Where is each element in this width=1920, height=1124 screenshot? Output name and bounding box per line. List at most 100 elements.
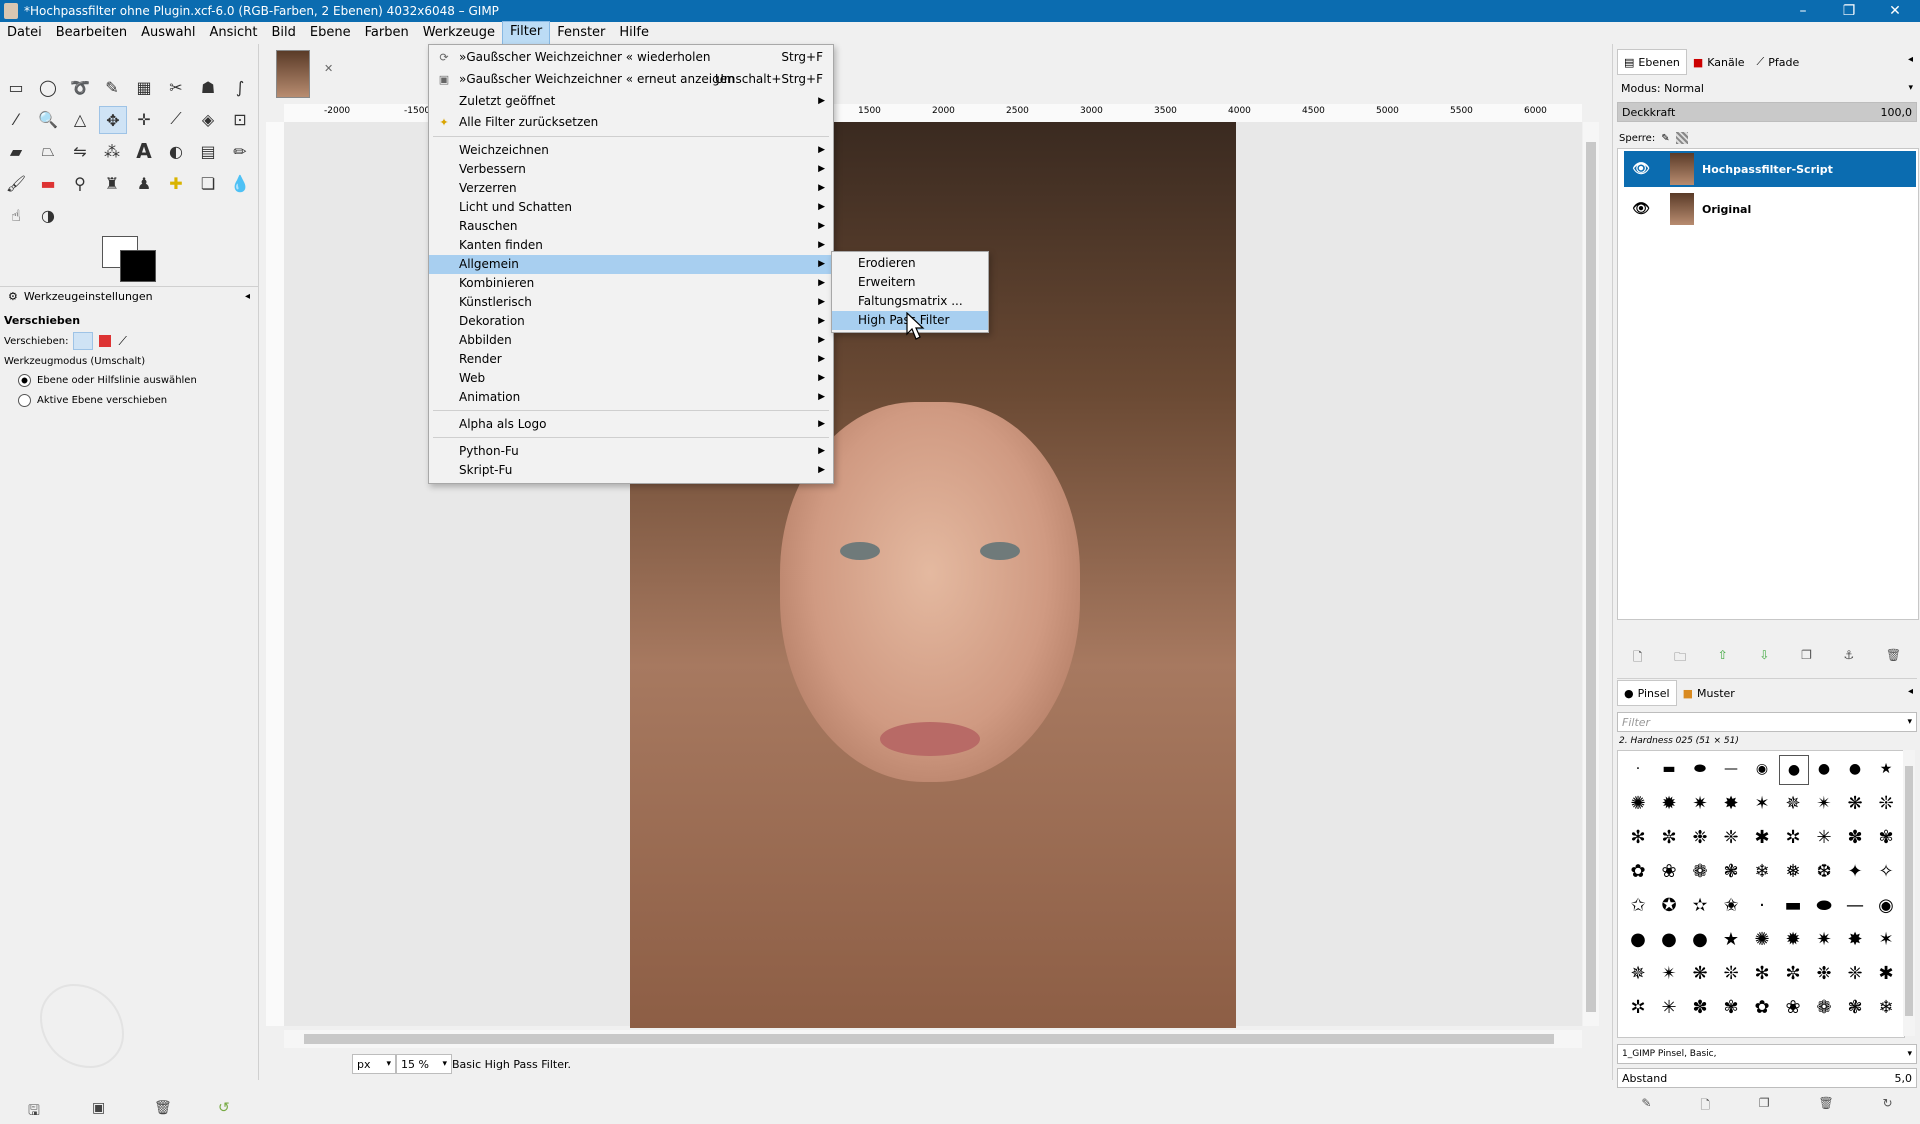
tab-muster[interactable]: ■ Muster	[1677, 681, 1741, 705]
brush-swatch-icon[interactable]: ❊	[1872, 789, 1900, 817]
brush-swatch-icon[interactable]: ✶	[1872, 925, 1900, 953]
brush-swatch-icon[interactable]: ✩	[1624, 891, 1652, 919]
menu-item-render[interactable]: Render ▶	[429, 350, 833, 369]
edit-brush-icon[interactable]: ✎	[1641, 1096, 1651, 1116]
paintbrush-tool-icon[interactable]: 🖌	[3, 170, 29, 196]
spacing-slider[interactable]: Abstand 5,0	[1617, 1068, 1917, 1088]
menu-bild[interactable]: Bild	[265, 22, 303, 44]
brush-swatch-icon[interactable]: ◉	[1872, 891, 1900, 919]
menu-farben[interactable]: Farben	[358, 22, 416, 44]
visibility-eye-icon[interactable]: 👁	[1630, 161, 1652, 177]
anchor-layer-icon[interactable]: ⚓	[1844, 648, 1855, 668]
restore-preset-icon[interactable]: ▣	[92, 1100, 105, 1116]
brush-swatch-icon[interactable]: ✺	[1748, 925, 1776, 953]
fuzzy-select-tool-icon[interactable]: ✎	[99, 74, 125, 100]
brush-swatch-icon[interactable]: ⬬	[1810, 891, 1838, 919]
menu-item-verbessern[interactable]: Verbessern ▶	[429, 160, 833, 179]
gradient-tool-icon[interactable]: ▤	[195, 138, 221, 164]
ink-tool-icon[interactable]: ♜	[99, 170, 125, 196]
brush-swatch-icon[interactable]: ★	[1872, 755, 1900, 783]
lock-alpha-icon[interactable]	[1675, 132, 1688, 144]
move-path-icon[interactable]: ⟋	[119, 334, 127, 349]
tab-ebenen[interactable]: ▤ Ebenen	[1617, 49, 1687, 75]
brush-swatch-icon[interactable]: ❉	[1810, 959, 1838, 987]
tab-pfade[interactable]: ⟋ Pfade	[1751, 50, 1806, 74]
brush-swatch-icon[interactable]: ✼	[1779, 959, 1807, 987]
heal-tool-icon[interactable]: ✚	[163, 170, 189, 196]
maximize-button[interactable]: ❐	[1826, 0, 1872, 22]
brush-swatch-icon[interactable]: ❋	[1686, 959, 1714, 987]
brush-swatch-icon[interactable]: ✸	[1841, 925, 1869, 953]
menu-item-reset-all[interactable]: ✦ Alle Filter zurücksetzen	[429, 113, 833, 132]
tool-options-tab[interactable]: ⚙ Werkzeugeinstellungen ◂	[0, 286, 258, 305]
raise-layer-icon[interactable]: ⇧	[1718, 648, 1728, 668]
move-layer-icon[interactable]	[72, 332, 93, 350]
brush-swatch-icon[interactable]: ❋	[1841, 789, 1869, 817]
duplicate-brush-icon[interactable]: ❐	[1759, 1096, 1770, 1116]
paths-tool-icon[interactable]: ∫	[227, 74, 253, 100]
perspective-clone-icon[interactable]: ❏	[195, 170, 221, 196]
new-brush-icon[interactable]: 🗋	[1700, 1096, 1710, 1116]
layer-original[interactable]: 👁 Original	[1624, 191, 1916, 227]
vertical-scrollbar[interactable]	[1583, 122, 1599, 1026]
brush-swatch-icon[interactable]: ✾	[1872, 823, 1900, 851]
menu-item-kanten[interactable]: Kanten finden ▶	[429, 236, 833, 255]
menu-hilfe[interactable]: Hilfe	[612, 22, 656, 44]
image-tab-thumbnail[interactable]	[276, 50, 310, 98]
radio-checked-icon[interactable]	[18, 374, 31, 387]
lasso-tool-icon[interactable]: ➰	[67, 74, 93, 100]
dock-menu-icon[interactable]: ◂	[1908, 54, 1913, 65]
brush-swatch-icon[interactable]: ●	[1624, 925, 1652, 953]
delete-preset-icon[interactable]: 🗑	[154, 1100, 172, 1116]
menu-item-web[interactable]: Web ▶	[429, 369, 833, 388]
reset-preset-icon[interactable]: ↺	[218, 1100, 230, 1116]
lower-layer-icon[interactable]: ⇩	[1759, 648, 1769, 668]
brush-swatch-icon[interactable]: —	[1841, 891, 1869, 919]
brush-swatch-icon[interactable]: ●	[1841, 755, 1869, 783]
brush-swatch-icon[interactable]: ✼	[1655, 823, 1683, 851]
menu-item-reshow-gauss[interactable]: ▣ »Gaußscher Weichzeichner « erneut anzei…	[429, 70, 833, 89]
brush-swatch-icon[interactable]: ✳	[1810, 823, 1838, 851]
menu-datei[interactable]: Datei	[0, 22, 49, 44]
brush-swatch-icon[interactable]: ✽	[1841, 823, 1869, 851]
horizontal-scrollbar[interactable]	[284, 1030, 1582, 1048]
brush-swatch-icon[interactable]: ●	[1686, 925, 1714, 953]
option-move-active[interactable]: Aktive Ebene verschieben	[18, 394, 167, 407]
brush-swatch-icon[interactable]: ✷	[1686, 789, 1714, 817]
menu-item-kombinieren[interactable]: Kombinieren ▶	[429, 274, 833, 293]
menu-item-alpha-logo[interactable]: Alpha als Logo ▶	[429, 415, 833, 434]
vertical-scroll-thumb[interactable]	[1586, 142, 1596, 1012]
brush-swatch-icon[interactable]: ▬	[1655, 755, 1683, 783]
brush-swatch-icon[interactable]: ·	[1748, 891, 1776, 919]
zoom-tool-icon[interactable]: 🔍	[35, 106, 61, 132]
dock-menu-icon[interactable]: ◂	[1908, 686, 1913, 697]
menu-item-erodieren[interactable]: Erodieren	[832, 254, 988, 273]
color-picker-tool-icon[interactable]: ⁄	[3, 106, 29, 132]
brush-swatch-icon[interactable]: ✦	[1841, 857, 1869, 885]
save-preset-icon[interactable]: 🖫	[28, 1100, 40, 1124]
refresh-brushes-icon[interactable]: ↻	[1883, 1096, 1893, 1116]
smudge-tool-icon[interactable]: ☝	[3, 202, 29, 228]
menu-item-weichzeichnen[interactable]: Weichzeichnen ▶	[429, 141, 833, 160]
brush-swatch-icon[interactable]: ✺	[1624, 789, 1652, 817]
brush-set-select[interactable]: 1_GIMP Pinsel, Basic, ▾	[1617, 1044, 1917, 1064]
menu-item-verzerren[interactable]: Verzerren ▶	[429, 179, 833, 198]
brush-swatch-icon[interactable]: ❈	[1841, 959, 1869, 987]
brush-swatch-icon[interactable]: ❁	[1810, 993, 1838, 1021]
brush-swatch-icon[interactable]: ◉	[1748, 755, 1776, 783]
brush-swatch-icon[interactable]: ✲	[1624, 993, 1652, 1021]
minimize-button[interactable]: –	[1780, 0, 1826, 22]
brush-swatch-icon[interactable]: ✿	[1624, 857, 1652, 885]
text-tool-icon[interactable]: A	[131, 138, 157, 164]
warp-tool-icon[interactable]: ◈	[195, 106, 221, 132]
menu-item-abbilden[interactable]: Abbilden ▶	[429, 331, 833, 350]
color-select-tool-icon[interactable]: ▦	[131, 74, 157, 100]
layer-hochpassfilter[interactable]: 👁 Hochpassfilter-Script	[1624, 151, 1916, 187]
tab-kanaele[interactable]: ■ Kanäle	[1687, 50, 1751, 74]
brush-swatch-icon[interactable]: ✱	[1748, 823, 1776, 851]
brush-swatch-icon[interactable]: ❄	[1748, 857, 1776, 885]
brush-swatch-icon[interactable]: ❊	[1717, 959, 1745, 987]
menu-bearbeiten[interactable]: Bearbeiten	[49, 22, 134, 44]
brush-swatch-icon[interactable]: ❁	[1686, 857, 1714, 885]
brush-swatch-icon[interactable]: ✶	[1748, 789, 1776, 817]
